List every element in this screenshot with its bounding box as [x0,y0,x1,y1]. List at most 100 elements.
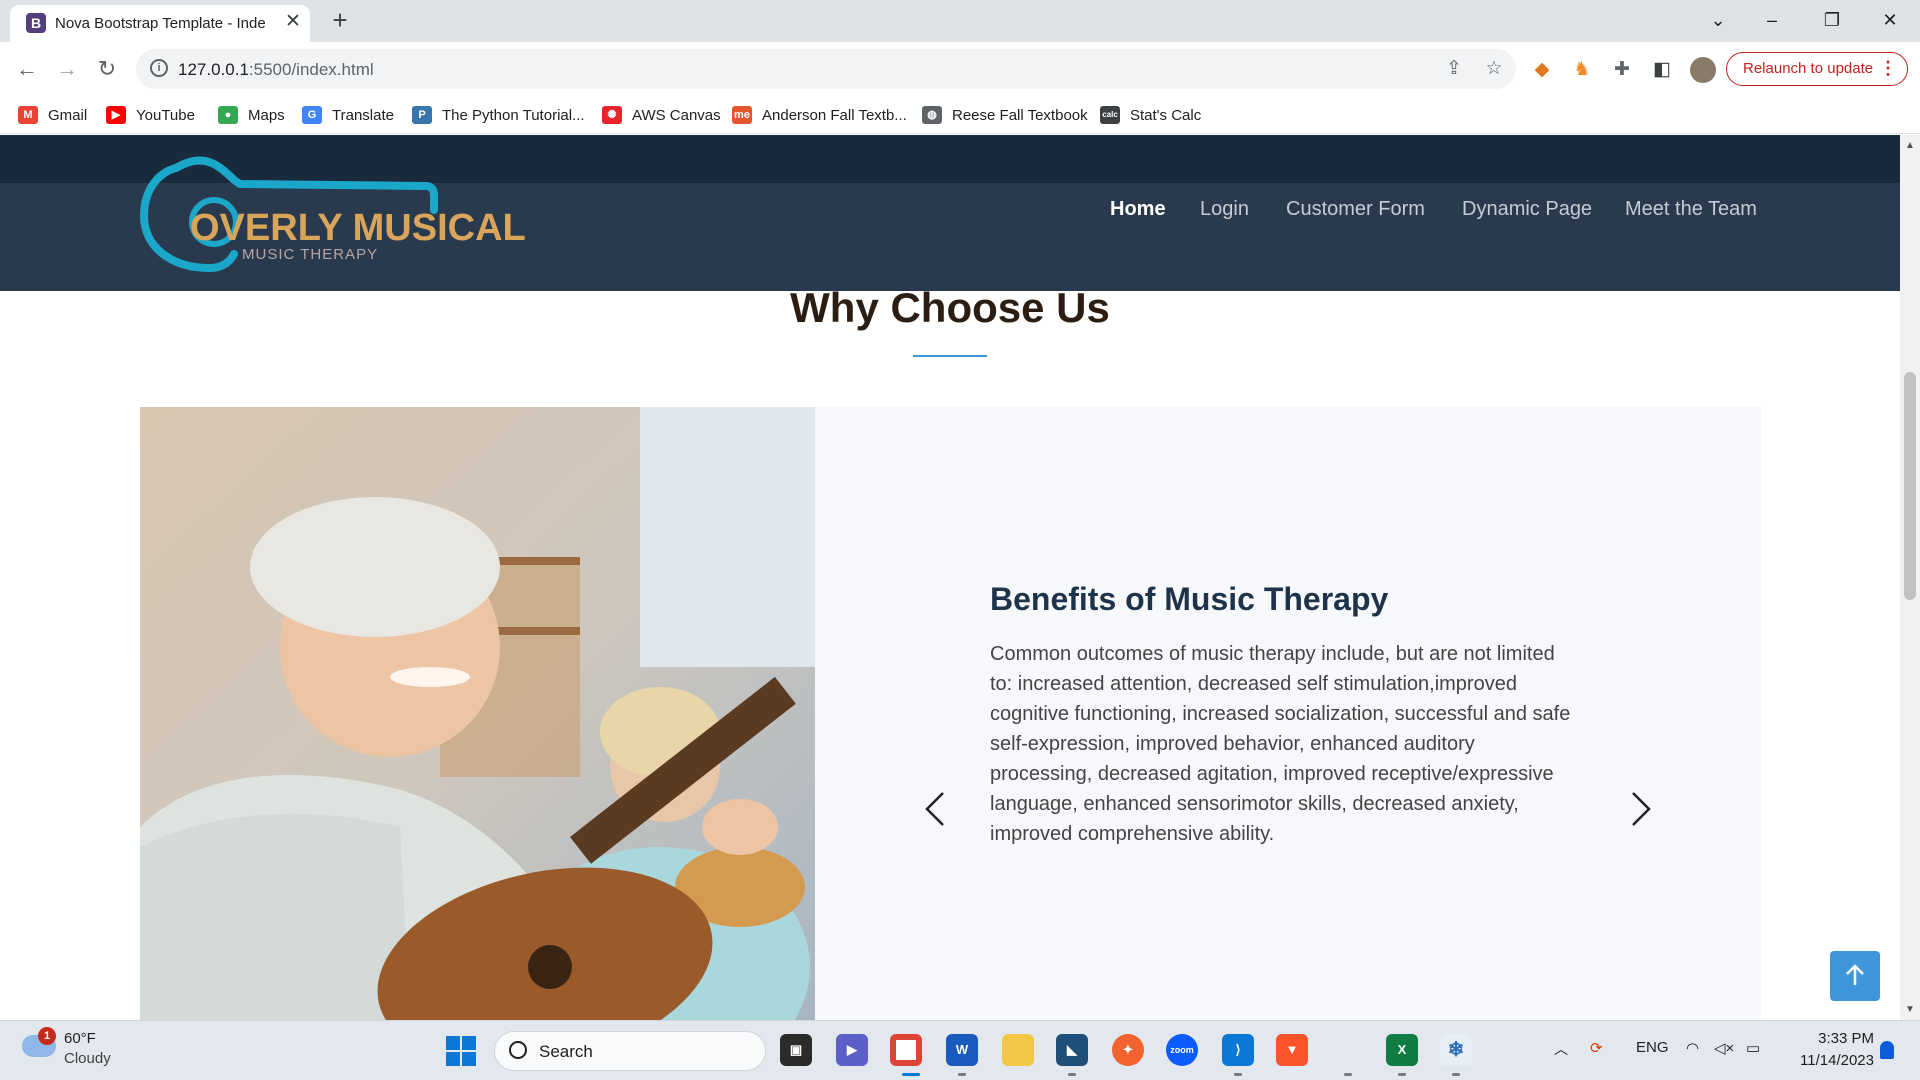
windows-start-icon[interactable] [446,1036,476,1066]
bookmark-anderson-fall-textb[interactable]: me Anderson Fall Textb... [732,102,907,128]
nav-dynamic-page[interactable]: Dynamic Page [1462,198,1592,221]
browser-tab[interactable]: B Nova Bootstrap Template - Inde ✕ [10,5,310,42]
snipping-tool-icon[interactable]: ❄ [1440,1034,1472,1066]
page-viewport: OVERLY MUSICAL MUSIC THERAPY Home Login … [0,135,1900,1020]
vscode-icon[interactable]: ⟩ [1222,1034,1254,1066]
taskbar-search-box[interactable]: Search [494,1031,766,1071]
weather-temperature[interactable]: 60°F [64,1030,96,1047]
site-logo[interactable]: OVERLY MUSICAL MUSIC THERAPY [139,150,560,276]
bookmark-star-icon[interactable]: ☆ [1482,57,1506,81]
nav-meet-the-team[interactable]: Meet the Team [1625,198,1757,221]
bookmark-maps[interactable]: ● Maps [218,102,285,128]
file-explorer-icon[interactable] [1002,1034,1034,1066]
maps-icon: ● [218,106,238,124]
share-icon[interactable]: ⇪ [1442,57,1466,81]
tab-close-icon[interactable]: ✕ [282,11,304,33]
photo-illustration [140,407,815,1020]
logo-title: OVERLY MUSICAL [190,207,526,249]
address-url[interactable]: 127.0.0.1:5500/index.html [178,60,374,80]
brave-icon[interactable]: ▼ [1276,1034,1308,1066]
browser-tab-strip: B Nova Bootstrap Template - Inde ✕ + ⌄ –… [0,0,1920,42]
weather-condition[interactable]: Cloudy [64,1050,111,1067]
address-bar[interactable]: i 127.0.0.1:5500/index.html ⇪ ☆ [136,49,1516,89]
excel-running-indicator [1398,1073,1406,1076]
bookmark-gmail[interactable]: M Gmail [18,102,87,128]
python-icon: P [412,106,432,124]
site-info-icon[interactable]: i [150,59,168,77]
bookmark-aws-canvas[interactable]: ✺ AWS Canvas [602,102,721,128]
task-view-icon[interactable]: ▣ [780,1034,812,1066]
profile-avatar[interactable] [1690,57,1716,83]
section-title: Why Choose Us [790,284,1110,331]
logo-subtitle: MUSIC THERAPY [242,246,379,263]
relaunch-label: Relaunch to update [1743,60,1874,77]
chrome-active-indicator [902,1073,920,1076]
close-window-icon[interactable]: ✕ [1868,4,1912,36]
snip-running-indicator [1452,1073,1460,1076]
bookmark-stat-s-calc[interactable]: calc Stat's Calc [1100,102,1201,128]
back-arrow-icon[interactable]: ← [11,53,43,85]
bookmark-translate[interactable]: G Translate [302,102,394,128]
reload-icon[interactable]: ↻ [91,53,123,85]
tab-search-chevron-icon[interactable]: ⌄ [1696,4,1740,36]
scrollbar-thumb[interactable] [1904,372,1916,600]
workbench-running-indicator [1068,1073,1076,1076]
url-path: :5500/index.html [248,60,374,79]
clock-time[interactable]: 3:33 PM [1790,1030,1874,1047]
section-title-underline [913,355,987,357]
restore-icon[interactable]: ❐ [1810,4,1854,36]
nav-customer-form[interactable]: Customer Form [1286,198,1425,221]
extensions-puzzle-icon[interactable]: ✚ [1610,58,1634,82]
hidden-app-indicator [1344,1073,1352,1076]
bookmark-youtube[interactable]: ▶ YouTube [106,102,195,128]
search-label: Search [539,1042,593,1061]
card-title: Benefits of Music Therapy [990,581,1389,617]
bookmark-label: Reese Fall Textbook [952,106,1088,124]
bookmark-label: Maps [248,106,285,124]
bookmark-the-python-tutorial[interactable]: P The Python Tutorial... [412,102,585,128]
site-header: OVERLY MUSICAL MUSIC THERAPY Home Login … [0,135,1900,291]
carousel-prev-chevron-icon[interactable] [921,789,949,829]
relaunch-to-update-button[interactable]: Relaunch to update ⋮ [1726,52,1908,86]
show-hidden-icons-chevron-icon[interactable]: ︿ [1554,1039,1568,1059]
word-icon[interactable]: W [946,1034,978,1066]
forward-arrow-icon[interactable]: → [51,53,83,85]
language-indicator[interactable]: ENG [1636,1039,1669,1056]
scroll-down-arrow-icon[interactable]: ▼ [1904,1004,1916,1015]
calculator-icon: calc [1100,106,1120,124]
back-to-top-button[interactable] [1830,951,1880,1001]
windows-taskbar: 1 60°F Cloudy Search ▣ ▶ W ◣ ✦ zoom ⟩ ▼ … [0,1020,1920,1080]
bookmark-label: YouTube [136,106,195,124]
bookmark-label: Translate [332,106,394,124]
excel-icon[interactable]: X [1386,1034,1418,1066]
extension-orange-icon[interactable]: ♞ [1570,58,1594,82]
zoom-icon[interactable]: zoom [1166,1034,1198,1066]
bookmark-reese-fall-textbook[interactable]: ◍ Reese Fall Textbook [922,102,1088,128]
wifi-icon[interactable]: ◠ [1686,1039,1699,1057]
sync-icon[interactable]: ⟳ [1590,1039,1603,1057]
clock-date[interactable]: 11/14/2023 [1774,1052,1874,1069]
chrome-icon[interactable] [890,1034,922,1066]
bookmark-label: Anderson Fall Textb... [762,106,907,124]
arrow-up-icon [1846,964,1864,985]
metamask-fox-icon[interactable]: ◆ [1530,58,1554,82]
postman-icon[interactable]: ✦ [1112,1034,1144,1066]
url-host: 127.0.0.1 [178,60,249,79]
gmail-icon: M [18,106,38,124]
nav-login[interactable]: Login [1200,198,1249,221]
carousel-next-chevron-icon[interactable] [1627,789,1655,829]
nav-home[interactable]: Home [1110,198,1166,221]
bookmark-label: Stat's Calc [1130,106,1202,124]
new-tab-plus-icon[interactable]: + [325,6,355,36]
mheducation-icon: me [732,106,752,124]
mysql-workbench-icon[interactable]: ◣ [1056,1034,1088,1066]
tab-title: Nova Bootstrap Template - Inde [55,15,266,32]
bookmark-label: Gmail [48,106,88,124]
battery-icon[interactable]: ▭ [1746,1039,1760,1057]
side-panel-icon[interactable]: ◧ [1650,58,1674,82]
notification-bell-icon[interactable] [1880,1041,1894,1059]
teams-chat-icon[interactable]: ▶ [836,1034,868,1066]
scroll-up-arrow-icon[interactable]: ▲ [1904,140,1916,151]
speaker-muted-icon[interactable]: ◁× [1714,1039,1734,1057]
minimize-icon[interactable]: – [1750,4,1794,36]
